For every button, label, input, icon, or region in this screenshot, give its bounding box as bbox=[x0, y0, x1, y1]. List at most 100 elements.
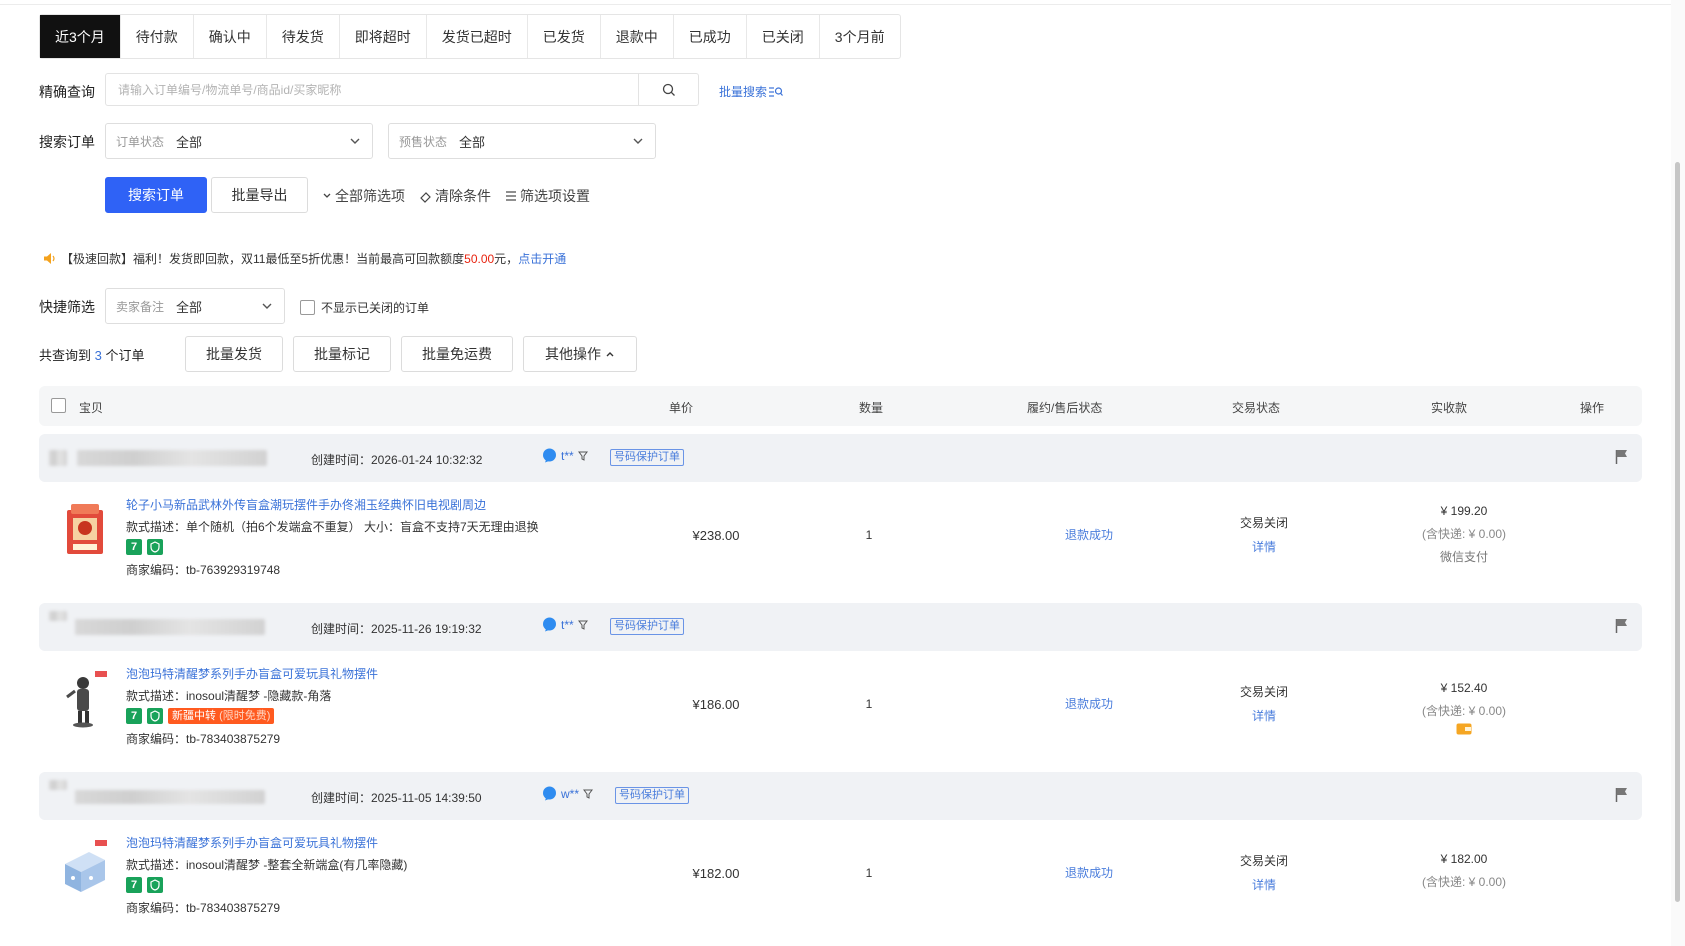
product-title-link[interactable]: 泡泡玛特清醒梦系列手办盲盒可爱玩具礼物摆件 bbox=[126, 665, 378, 682]
order-item-row: 轮子小马新品武林外传盲盒潮玩摆件手办佟湘玉经典怀旧电视剧周边 款式描述：单个随机… bbox=[39, 490, 1642, 610]
search-icon bbox=[662, 83, 675, 96]
col-item: 宝贝 bbox=[79, 401, 104, 415]
search-orders-label: 搜索订单 bbox=[39, 134, 95, 150]
redacted-order-id bbox=[75, 619, 265, 635]
batch-search-link[interactable]: 批量搜索 bbox=[719, 83, 783, 100]
refund-status-link[interactable]: 退款成功 bbox=[1039, 526, 1139, 543]
tab-ship-timeout[interactable]: 发货已超时 bbox=[427, 15, 528, 58]
batch-export-button[interactable]: 批量导出 bbox=[211, 177, 308, 213]
seller-note-label: 卖家备注 bbox=[116, 299, 165, 314]
filter-icon[interactable] bbox=[577, 451, 588, 461]
product-spec: 款式描述：inosoul清醒梦 -隐藏款-角落 bbox=[126, 689, 332, 703]
eraser-icon bbox=[420, 191, 431, 203]
product-thumbnail[interactable] bbox=[61, 667, 109, 729]
clear-filters-label: 清除条件 bbox=[435, 188, 491, 204]
order-item-row: 泡泡玛特清醒梦系列手办盲盒可爱玩具礼物摆件 款式描述：inosoul清醒梦 -整… bbox=[39, 828, 1642, 938]
chat-icon bbox=[543, 617, 556, 632]
tab-about-to-timeout[interactable]: 即将超时 bbox=[340, 15, 427, 58]
presale-status-value: 全部 bbox=[459, 134, 486, 150]
buyer-nick[interactable]: w** bbox=[542, 786, 594, 801]
exact-search-label: 精确查询 bbox=[39, 84, 95, 100]
presale-status-select[interactable]: 预售状态 全部 bbox=[388, 123, 656, 159]
promo-unit: 元， bbox=[494, 252, 519, 266]
seven-day-return-icon: 7 bbox=[126, 877, 142, 893]
table-header: 宝贝 单价 数量 履约/售后状态 交易状态 实收款 操作 bbox=[39, 386, 1642, 426]
col-unit-price: 单价 bbox=[669, 401, 694, 415]
batch-ship-button[interactable]: 批量发货 bbox=[185, 336, 283, 372]
buyer-nick[interactable]: t** bbox=[542, 448, 588, 463]
list-search-icon bbox=[769, 86, 783, 97]
tab-refunding[interactable]: 退款中 bbox=[601, 15, 674, 58]
unit-price: ¥182.00 bbox=[692, 866, 740, 881]
detail-link[interactable]: 详情 bbox=[1219, 707, 1309, 724]
product-thumbnail[interactable] bbox=[61, 498, 109, 560]
filter-icon[interactable] bbox=[577, 620, 588, 630]
order-status-select[interactable]: 订单状态 全部 bbox=[105, 123, 373, 159]
unit-price: ¥238.00 bbox=[692, 528, 740, 543]
col-fulfillment: 履约/售后状态 bbox=[1027, 401, 1103, 415]
number-protect-tag: 号码保护订单 bbox=[610, 449, 684, 466]
paid-amount: ¥ 152.40 bbox=[1440, 681, 1488, 695]
trade-status: 交易关闭 bbox=[1239, 685, 1288, 699]
promo-amount: 50.00 bbox=[464, 252, 495, 266]
filter-icon[interactable] bbox=[583, 789, 594, 799]
redacted-mark bbox=[49, 780, 67, 790]
page-scrollbar[interactable] bbox=[1671, 0, 1685, 946]
unit-price: ¥186.00 bbox=[692, 697, 740, 712]
tab-success[interactable]: 已成功 bbox=[674, 15, 747, 58]
clear-filters-button[interactable]: 清除条件 bbox=[419, 186, 491, 206]
product-title-link[interactable]: 泡泡玛特清醒梦系列手办盲盒可爱玩具礼物摆件 bbox=[126, 834, 378, 851]
product-thumbnail[interactable] bbox=[61, 836, 109, 898]
batch-search-label: 批量搜索 bbox=[719, 85, 768, 99]
all-filters-toggle[interactable]: 全部筛选项 bbox=[322, 186, 405, 206]
batch-mark-button[interactable]: 批量标记 bbox=[293, 336, 391, 372]
product-title-link[interactable]: 轮子小马新品武林外传盲盒潮玩摆件手办佟湘玉经典怀旧电视剧周边 bbox=[126, 496, 486, 513]
trade-status: 交易关闭 bbox=[1239, 854, 1288, 868]
guarantee-icon bbox=[147, 708, 163, 724]
refund-status-link[interactable]: 退款成功 bbox=[1039, 695, 1139, 712]
order-count-summary: 共查询到 3 个订单 bbox=[39, 348, 145, 363]
refund-status-link[interactable]: 退款成功 bbox=[1039, 864, 1139, 881]
col-trade-status: 交易状态 bbox=[1232, 401, 1281, 415]
detail-link[interactable]: 详情 bbox=[1219, 538, 1309, 555]
tab-closed[interactable]: 已关闭 bbox=[747, 15, 820, 58]
filter-settings-button[interactable]: 筛选项设置 bbox=[505, 186, 590, 206]
search-icon-button[interactable] bbox=[638, 74, 698, 105]
search-orders-button[interactable]: 搜索订单 bbox=[105, 177, 207, 213]
flag-icon[interactable] bbox=[1615, 787, 1628, 802]
detail-link[interactable]: 详情 bbox=[1219, 876, 1309, 893]
quantity: 1 bbox=[865, 528, 873, 542]
tab-last-3-months[interactable]: 近3个月 bbox=[40, 15, 121, 58]
seller-note-select[interactable]: 卖家备注 全部 bbox=[105, 288, 285, 324]
number-protect-tag: 号码保护订单 bbox=[615, 787, 689, 804]
redacted-order-id bbox=[75, 790, 265, 804]
scrollbar-thumb[interactable] bbox=[1675, 162, 1680, 902]
tab-confirming[interactable]: 确认中 bbox=[194, 15, 267, 58]
hide-closed-checkbox[interactable] bbox=[300, 300, 315, 315]
other-actions-button[interactable]: 其他操作 bbox=[523, 336, 637, 372]
created-time: 创建时间：2025-11-05 14:39:50 bbox=[311, 791, 482, 805]
buyer-nick[interactable]: t** bbox=[542, 617, 588, 632]
promo-open-link[interactable]: 点击开通 bbox=[518, 252, 566, 266]
shipping-fee: (含快递: ¥ 0.00) bbox=[1421, 704, 1507, 718]
merchant-code: 商家编码：tb-763929319748 bbox=[126, 563, 281, 577]
shipping-fee: (含快递: ¥ 0.00) bbox=[1421, 527, 1507, 541]
tab-before-3-months[interactable]: 3个月前 bbox=[820, 15, 900, 58]
search-box bbox=[105, 73, 699, 106]
order-status-label: 订单状态 bbox=[116, 134, 165, 149]
seven-day-return-icon: 7 bbox=[126, 708, 142, 724]
tab-pending-payment[interactable]: 待付款 bbox=[121, 15, 194, 58]
chat-icon bbox=[543, 448, 556, 463]
all-filters-label: 全部筛选项 bbox=[335, 188, 405, 204]
order-status-tabs: 近3个月 待付款 确认中 待发货 即将超时 发货已超时 已发货 退款中 已成功 … bbox=[39, 14, 901, 59]
tab-to-ship[interactable]: 待发货 bbox=[267, 15, 340, 58]
select-all-checkbox[interactable] bbox=[51, 398, 66, 413]
search-input[interactable] bbox=[106, 74, 638, 105]
trade-status: 交易关闭 bbox=[1239, 516, 1288, 530]
hide-closed-orders-option[interactable]: 不显示已关闭的订单 bbox=[300, 299, 429, 316]
tab-shipped[interactable]: 已发货 bbox=[528, 15, 601, 58]
batch-free-shipping-button[interactable]: 批量免运费 bbox=[401, 336, 513, 372]
flag-icon[interactable] bbox=[1615, 449, 1628, 464]
flag-icon[interactable] bbox=[1615, 618, 1628, 633]
redacted-order-id bbox=[77, 450, 267, 466]
